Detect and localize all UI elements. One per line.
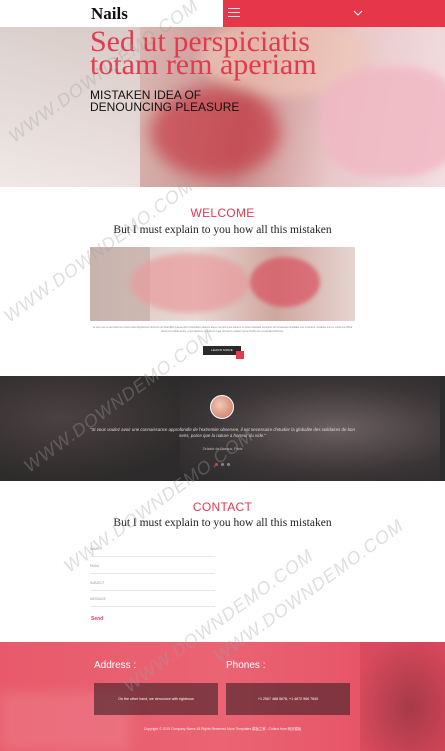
phones-title: Phones : <box>226 660 266 671</box>
message-field[interactable]: MESSAGE <box>90 597 106 601</box>
email-field-line <box>90 573 215 574</box>
hamburger-icon[interactable] <box>228 8 240 18</box>
welcome-subheading: But I must explain to you how all this m… <box>113 224 332 236</box>
carousel-dot-2[interactable] <box>221 463 224 466</box>
carousel-dot-3[interactable] <box>227 463 230 466</box>
welcome-paragraph: At vero eos et accusamus et iusto odio d… <box>92 326 353 333</box>
email-field[interactable]: EMAIL <box>90 564 100 568</box>
site-header: Nails <box>0 0 445 27</box>
carousel-dot-1[interactable] <box>215 463 218 466</box>
site-logo[interactable]: Nails <box>91 4 128 24</box>
address-box: On the other hand, we denounce with righ… <box>94 683 218 715</box>
testimonial-author: Zelaide de Bassus, Paris <box>202 447 243 451</box>
subject-field-line <box>90 590 215 591</box>
name-field-line <box>90 556 215 557</box>
hero-title: Sed ut perspiciatis totam rem aperiam <box>90 25 317 81</box>
message-field-line <box>90 606 215 607</box>
welcome-image <box>90 247 355 321</box>
learn-more-corner <box>236 351 244 359</box>
send-button[interactable]: Send <box>91 616 103 622</box>
nav-bar <box>223 0 445 27</box>
chevron-down-icon[interactable] <box>353 8 363 18</box>
subject-field[interactable]: SUBJECT <box>90 581 105 585</box>
address-title: Address : <box>94 660 137 671</box>
avatar <box>210 395 234 419</box>
copyright: Copyright © 2015 Company Name All Rights… <box>143 727 302 731</box>
site-footer <box>0 642 445 751</box>
contact-subheading: But I must explain to you how all this m… <box>113 517 332 529</box>
welcome-heading: WELCOME <box>190 206 255 220</box>
name-field[interactable]: NAME <box>90 547 99 551</box>
testimonial-quote: "Si vous voulez avoir une connaissance a… <box>90 427 355 438</box>
phones-box: +1 2567 468 5678, +1 4872 966 7845 <box>226 683 350 715</box>
hero-subtitle: MISTAKEN IDEA OF DENOUNCING PLEASURE <box>90 88 240 114</box>
contact-heading: CONTACT <box>192 500 253 514</box>
carousel-dots <box>215 463 235 467</box>
